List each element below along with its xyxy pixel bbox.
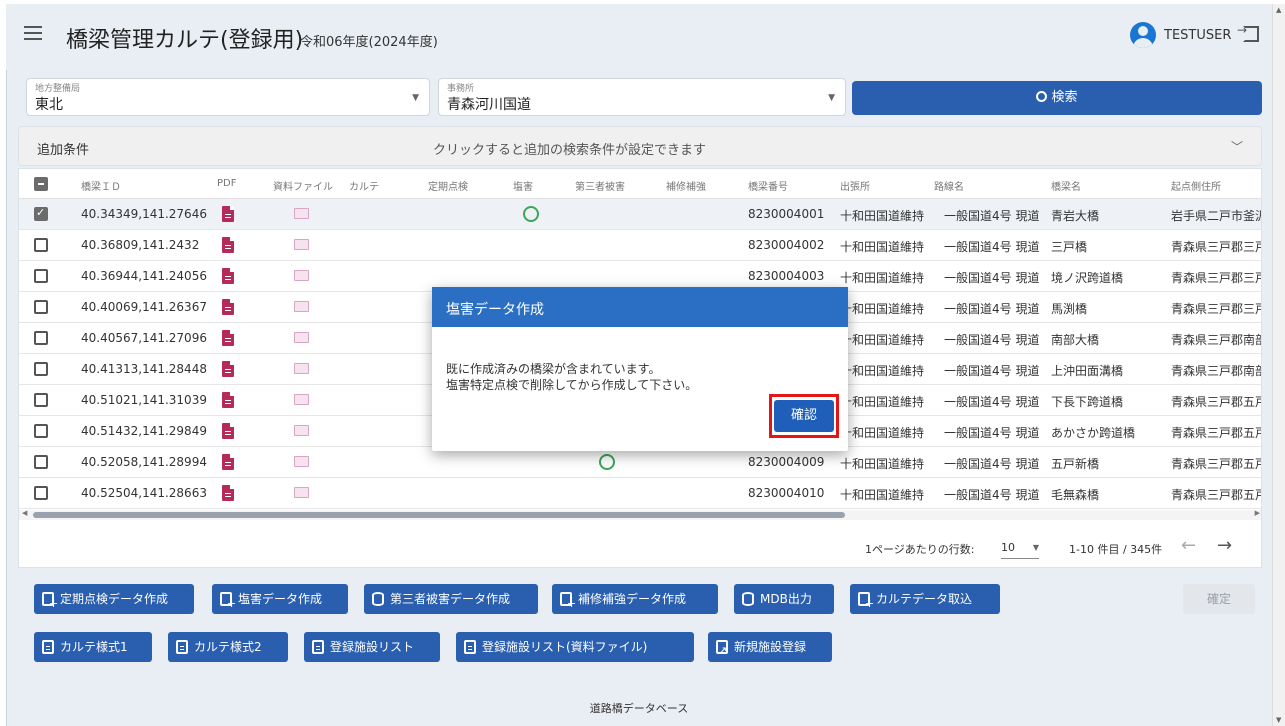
vertical-scrollbar[interactable]: ▲ ▼ <box>1272 4 1285 726</box>
confirm-ok-button[interactable]: 確認 <box>774 400 834 432</box>
dialog-message-line1: 既に作成済みの橋梁が含まれています。 <box>446 362 661 376</box>
dialog-message: 既に作成済みの橋梁が含まれています。 塩害特定点検で削除してから作成して下さい。 <box>446 361 697 393</box>
dialog-title: 塩害データ作成 <box>432 287 848 327</box>
salt-damage-dialog: 塩害データ作成 既に作成済みの橋梁が含まれています。 塩害特定点検で削除してから… <box>432 287 848 451</box>
dialog-message-line2: 塩害特定点検で削除してから作成して下さい。 <box>446 378 698 392</box>
